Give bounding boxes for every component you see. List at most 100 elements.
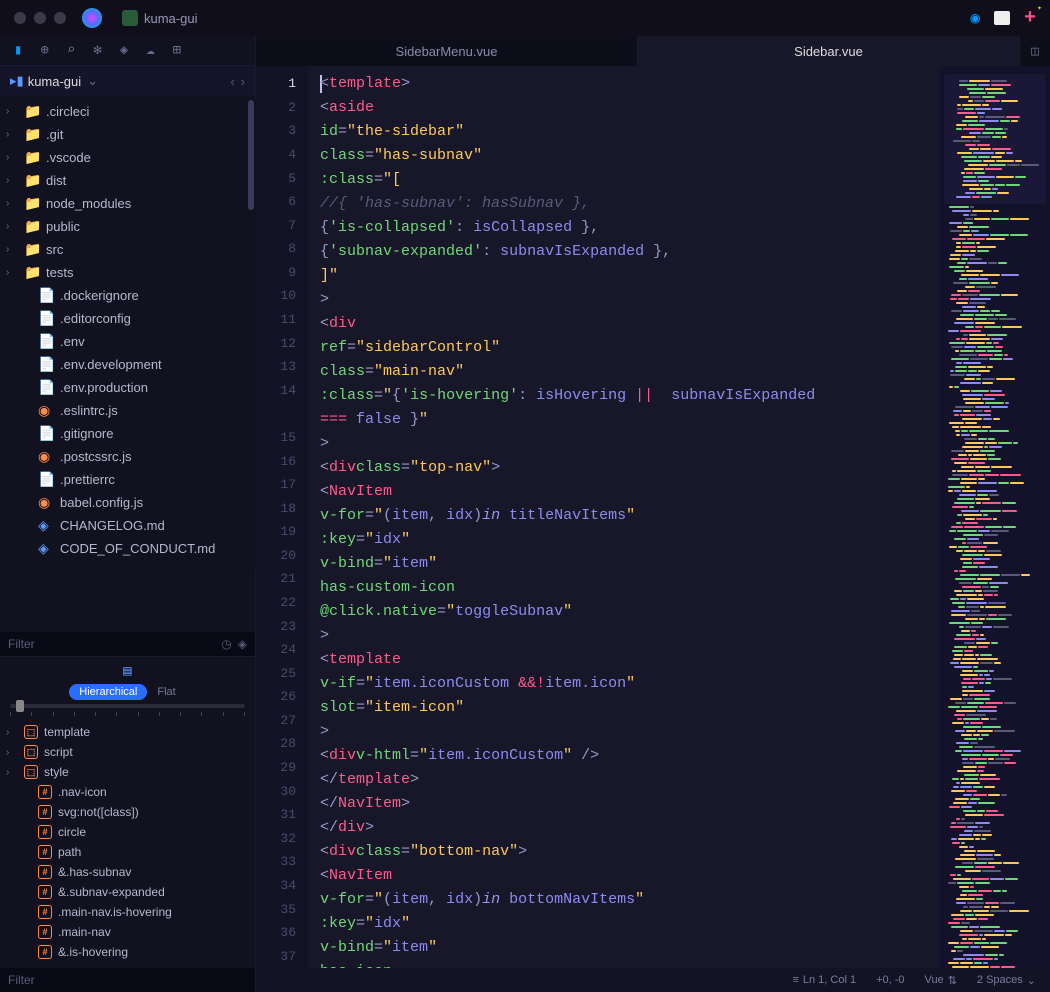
outline-rule[interactable]: #svg:not([class]): [0, 802, 255, 822]
mode-flat[interactable]: Flat: [147, 684, 185, 700]
code-line[interactable]: <NavItem: [320, 480, 940, 504]
code-line[interactable]: <div v-html="item.iconCustom" />: [320, 744, 940, 768]
code-line[interactable]: </div>: [320, 816, 940, 840]
outline-depth-slider[interactable]: [0, 704, 255, 716]
folder-item[interactable]: ›📁public: [0, 215, 255, 238]
file-item[interactable]: ◉.postcssrc.js: [0, 445, 255, 468]
file-item[interactable]: 📄.env.development: [0, 353, 255, 376]
outline-rule[interactable]: #path: [0, 842, 255, 862]
files-icon[interactable]: ▮: [14, 42, 22, 59]
minimap[interactable]: [940, 66, 1050, 968]
code-line[interactable]: </template>: [320, 768, 940, 792]
code-line[interactable]: class="main-nav": [320, 360, 940, 384]
code-line[interactable]: ref="sidebarControl": [320, 336, 940, 360]
project-header[interactable]: ▸▮ kuma-gui ⌄ ‹ ›: [0, 66, 255, 96]
close-button[interactable]: [14, 12, 26, 24]
code-line[interactable]: <NavItem: [320, 864, 940, 888]
code-line[interactable]: >: [320, 720, 940, 744]
code-line[interactable]: class="has-subnav": [320, 144, 940, 168]
outline-section[interactable]: ›⬚style: [0, 762, 255, 782]
file-tree-scrollbar[interactable]: [246, 100, 256, 570]
grid-icon[interactable]: ⊞: [173, 42, 181, 59]
folder-item[interactable]: ›📁.git: [0, 123, 255, 146]
folder-item[interactable]: ›📁.vscode: [0, 146, 255, 169]
file-item[interactable]: ◈CODE_OF_CONDUCT.md: [0, 537, 255, 560]
file-item[interactable]: ◈CHANGELOG.md: [0, 514, 255, 537]
snowflake-icon[interactable]: ✻: [93, 42, 101, 59]
code-line[interactable]: :key="idx": [320, 528, 940, 552]
file-filter[interactable]: Filter ◷ ◈: [0, 632, 255, 656]
code-line[interactable]: <aside: [320, 96, 940, 120]
folder-item[interactable]: ›📁.circleci: [0, 100, 255, 123]
outline-rule[interactable]: #circle: [0, 822, 255, 842]
title-project[interactable]: kuma-gui: [122, 10, 197, 26]
code-line[interactable]: :class="{ 'is-hovering': isHovering || s…: [320, 384, 940, 408]
outline-rule[interactable]: #.main-nav: [0, 922, 255, 942]
code-line[interactable]: >: [320, 624, 940, 648]
code-line[interactable]: has-custom-icon: [320, 576, 940, 600]
code-line[interactable]: <div class="bottom-nav">: [320, 840, 940, 864]
code-area[interactable]: <template> <aside id="the-sidebar" class…: [308, 66, 940, 968]
code-line[interactable]: { 'is-collapsed': isCollapsed },: [320, 216, 940, 240]
outline-section[interactable]: ›⬚script: [0, 742, 255, 762]
code-line[interactable]: v-if="item.iconCustom && !item.icon": [320, 672, 940, 696]
code-line[interactable]: { 'subnav-expanded': subnavIsExpanded },: [320, 240, 940, 264]
code-line[interactable]: id="the-sidebar": [320, 120, 940, 144]
code-line[interactable]: @click.native="toggleSubnav": [320, 600, 940, 624]
code-line[interactable]: :class="[: [320, 168, 940, 192]
outline-rule[interactable]: #&.subnav-expanded: [0, 882, 255, 902]
code-line[interactable]: v-for="(item, idx) in bottomNavItems": [320, 888, 940, 912]
code-line[interactable]: === false }": [320, 408, 940, 432]
code-line[interactable]: <div: [320, 312, 940, 336]
cloud-icon[interactable]: ☁: [146, 42, 154, 59]
folder-item[interactable]: ›📁node_modules: [0, 192, 255, 215]
back-icon[interactable]: ‹: [230, 74, 234, 89]
code-line[interactable]: v-for="(item, idx) in titleNavItems": [320, 504, 940, 528]
status-line-col[interactable]: ≡Ln 1, Col 1: [792, 974, 856, 986]
maximize-button[interactable]: [54, 12, 66, 24]
split-icon[interactable]: ◫: [1020, 36, 1050, 66]
add-icon[interactable]: +: [1024, 7, 1036, 30]
file-item[interactable]: 📄.env.production: [0, 376, 255, 399]
folder-item[interactable]: ›📁src: [0, 238, 255, 261]
outline-rule[interactable]: #&.has-subnav: [0, 862, 255, 882]
status-diff[interactable]: +0, -0: [876, 974, 904, 986]
code-line[interactable]: has-icon: [320, 960, 940, 968]
code-line[interactable]: :key="idx": [320, 912, 940, 936]
outline-mode-toggle[interactable]: Hierarchical Flat: [69, 684, 185, 700]
code-line[interactable]: <template>: [320, 72, 940, 96]
clock-icon[interactable]: ◷: [221, 637, 231, 651]
mode-hierarchical[interactable]: Hierarchical: [69, 684, 147, 700]
editor[interactable]: 1234567891011121314151617181920212223242…: [256, 66, 940, 968]
code-line[interactable]: //{ 'has-subnav': hasSubnav },: [320, 192, 940, 216]
code-line[interactable]: <div class="top-nav">: [320, 456, 940, 480]
status-language[interactable]: Vue⇅: [925, 974, 957, 987]
code-line[interactable]: slot="item-icon": [320, 696, 940, 720]
diamond-icon[interactable]: ◈: [120, 42, 128, 59]
outline-section[interactable]: ›⬚template: [0, 722, 255, 742]
minimize-button[interactable]: [34, 12, 46, 24]
panel-icon[interactable]: [994, 11, 1010, 25]
folder-item[interactable]: ›📁dist: [0, 169, 255, 192]
code-line[interactable]: >: [320, 288, 940, 312]
file-tree[interactable]: ›📁.circleci›📁.git›📁.vscode›📁dist›📁node_m…: [0, 96, 255, 632]
code-line[interactable]: v-bind="item": [320, 552, 940, 576]
file-item[interactable]: 📄.gitignore: [0, 422, 255, 445]
file-item[interactable]: 📄.dockerignore: [0, 284, 255, 307]
line-gutter[interactable]: 1234567891011121314151617181920212223242…: [256, 66, 308, 968]
outline-rule[interactable]: #&.is-hovering: [0, 942, 255, 962]
folder-item[interactable]: ›📁tests: [0, 261, 255, 284]
file-item[interactable]: 📄.prettierrc: [0, 468, 255, 491]
outline-filter[interactable]: Filter: [0, 968, 255, 992]
file-item[interactable]: 📄.editorconfig: [0, 307, 255, 330]
forward-icon[interactable]: ›: [241, 74, 245, 89]
editor-tab[interactable]: Sidebar.vue: [638, 36, 1020, 66]
file-item[interactable]: ◉babel.config.js: [0, 491, 255, 514]
outline-rule[interactable]: #.nav-icon: [0, 782, 255, 802]
outline-rule[interactable]: #.main-nav.is-hovering: [0, 902, 255, 922]
file-item[interactable]: ◉.eslintrc.js: [0, 399, 255, 422]
search-icon[interactable]: ⌕: [67, 42, 75, 59]
code-line[interactable]: >: [320, 432, 940, 456]
opts-icon[interactable]: ◈: [238, 637, 247, 651]
file-item[interactable]: 📄.env: [0, 330, 255, 353]
